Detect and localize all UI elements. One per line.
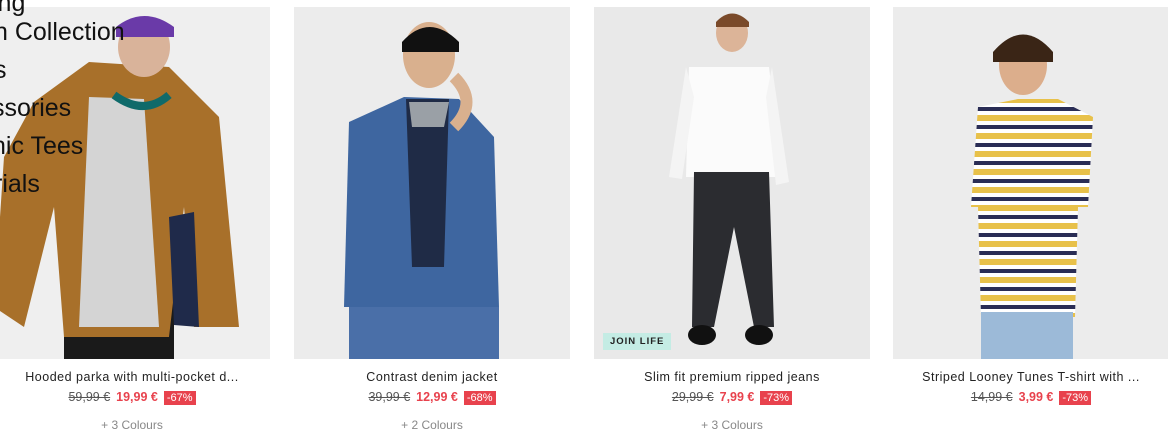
colour-count[interactable]: + 2 Colours bbox=[294, 418, 570, 432]
old-price: 39,99 € bbox=[368, 390, 411, 404]
category-menu: ing n Collection s ssories nic Tees rial… bbox=[0, 0, 140, 230]
product-image-ripped-jeans[interactable]: JOIN LIFE bbox=[594, 7, 870, 359]
colour-count[interactable]: + 3 Colours bbox=[0, 418, 270, 432]
old-price: 29,99 € bbox=[671, 390, 714, 404]
discount-badge: -73% bbox=[1059, 391, 1092, 405]
product-card[interactable]: Contrast denim jacket 39,99 € 12,99 € -68%… bbox=[294, 7, 570, 432]
old-price: 59,99 € bbox=[68, 390, 111, 404]
tshirt-model-illustration bbox=[893, 7, 1168, 359]
product-prices: 59,99 € 19,99 € -67% bbox=[0, 390, 270, 408]
product-prices: 39,99 € 12,99 € -68% bbox=[294, 390, 570, 408]
product-prices: 14,99 € 3,99 € -73% bbox=[893, 390, 1168, 408]
product-name[interactable]: Slim fit premium ripped jeans bbox=[594, 370, 870, 386]
product-name[interactable]: Contrast denim jacket bbox=[294, 370, 570, 386]
product-image-striped-tshirt[interactable] bbox=[893, 7, 1168, 359]
sale-price: 12,99 € bbox=[416, 390, 458, 404]
join-life-badge: JOIN LIFE bbox=[603, 333, 672, 350]
menu-item-4[interactable]: ssories bbox=[0, 93, 71, 123]
old-price: 14,99 € bbox=[970, 390, 1013, 404]
product-name[interactable]: Hooded parka with multi-pocket d... bbox=[0, 370, 270, 386]
colour-count[interactable]: + 3 Colours bbox=[594, 418, 870, 432]
product-image-denim-jacket[interactable] bbox=[294, 7, 570, 359]
menu-item-6[interactable]: rials bbox=[0, 169, 40, 199]
sale-price: 7,99 € bbox=[719, 390, 755, 404]
discount-badge: -67% bbox=[163, 391, 196, 405]
sale-price: 19,99 € bbox=[116, 390, 158, 404]
discount-badge: -68% bbox=[463, 391, 496, 405]
product-card[interactable]: Striped Looney Tunes T-shirt with ... 14… bbox=[893, 7, 1168, 418]
menu-item-2[interactable]: n Collection bbox=[0, 17, 125, 47]
product-prices: 29,99 € 7,99 € -73% bbox=[594, 390, 870, 408]
menu-item-5[interactable]: nic Tees bbox=[0, 131, 83, 161]
sale-price: 3,99 € bbox=[1018, 390, 1054, 404]
menu-item-3[interactable]: s bbox=[0, 55, 7, 85]
jeans-model-illustration bbox=[594, 7, 870, 359]
product-card[interactable]: JOIN LIFE Slim fit premium ripped jeans … bbox=[594, 7, 870, 432]
discount-badge: -73% bbox=[760, 391, 793, 405]
denim-model-illustration bbox=[294, 7, 570, 359]
menu-item-1[interactable]: ing bbox=[0, 0, 25, 18]
product-name[interactable]: Striped Looney Tunes T-shirt with ... bbox=[893, 370, 1168, 386]
